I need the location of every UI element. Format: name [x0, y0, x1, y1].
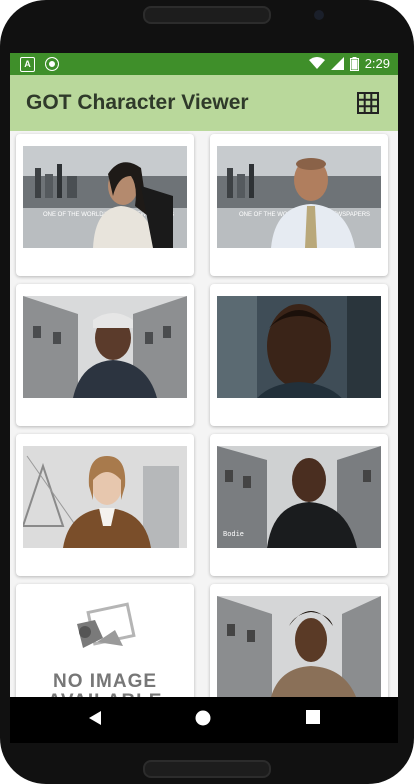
app-notification-icon: A [20, 57, 35, 72]
signal-icon [330, 57, 344, 70]
back-icon[interactable] [87, 710, 103, 726]
character-card[interactable] [16, 434, 194, 576]
character-photo [217, 596, 381, 698]
app-bar: GOT Character Viewer [10, 75, 398, 131]
character-name-tag: Bodie [223, 531, 244, 539]
wifi-icon [308, 57, 325, 69]
character-card[interactable]: ONE OF THE WORLD'S GREAT NEWSPAPERS [210, 134, 388, 276]
character-photo [23, 296, 187, 398]
screen: A 2:29 GOT Character Viewer ONE OF THE W… [10, 53, 398, 743]
character-card[interactable] [16, 284, 194, 426]
no-image-placeholder: NO IMAGE AVAILABLE [23, 598, 187, 700]
recents-icon[interactable] [306, 710, 320, 724]
phone-frame: A 2:29 GOT Character Viewer ONE OF THE W… [0, 0, 414, 784]
character-card[interactable]: Bodie [210, 434, 388, 576]
navigation-bar [10, 697, 398, 743]
character-photo: ONE OF THE WORLD'S GREAT NEWSPAPERS [217, 146, 381, 248]
status-bar: A 2:29 [10, 53, 398, 75]
no-image-text: NO IMAGE AVAILABLE [48, 671, 162, 701]
character-grid: ONE OF THE WORLD'S GREAT NEWSPAPERS [10, 131, 398, 743]
top-speaker [143, 6, 271, 24]
clock: 2:29 [364, 56, 390, 71]
home-icon[interactable] [195, 710, 211, 726]
character-photo: Bodie [217, 446, 381, 548]
battery-icon [349, 56, 359, 71]
character-photo [23, 446, 187, 548]
character-photo: ONE OF THE WORLD'S GREAT NEWSPAPERS [23, 146, 187, 248]
sync-icon [45, 57, 59, 71]
character-photo [217, 296, 381, 398]
character-card[interactable] [210, 284, 388, 426]
app-title: GOT Character Viewer [26, 91, 249, 114]
character-card[interactable]: ONE OF THE WORLD'S GREAT NEWSPAPERS [16, 134, 194, 276]
grid-view-icon[interactable] [356, 91, 380, 115]
bottom-speaker [143, 760, 271, 778]
front-camera [314, 10, 324, 20]
